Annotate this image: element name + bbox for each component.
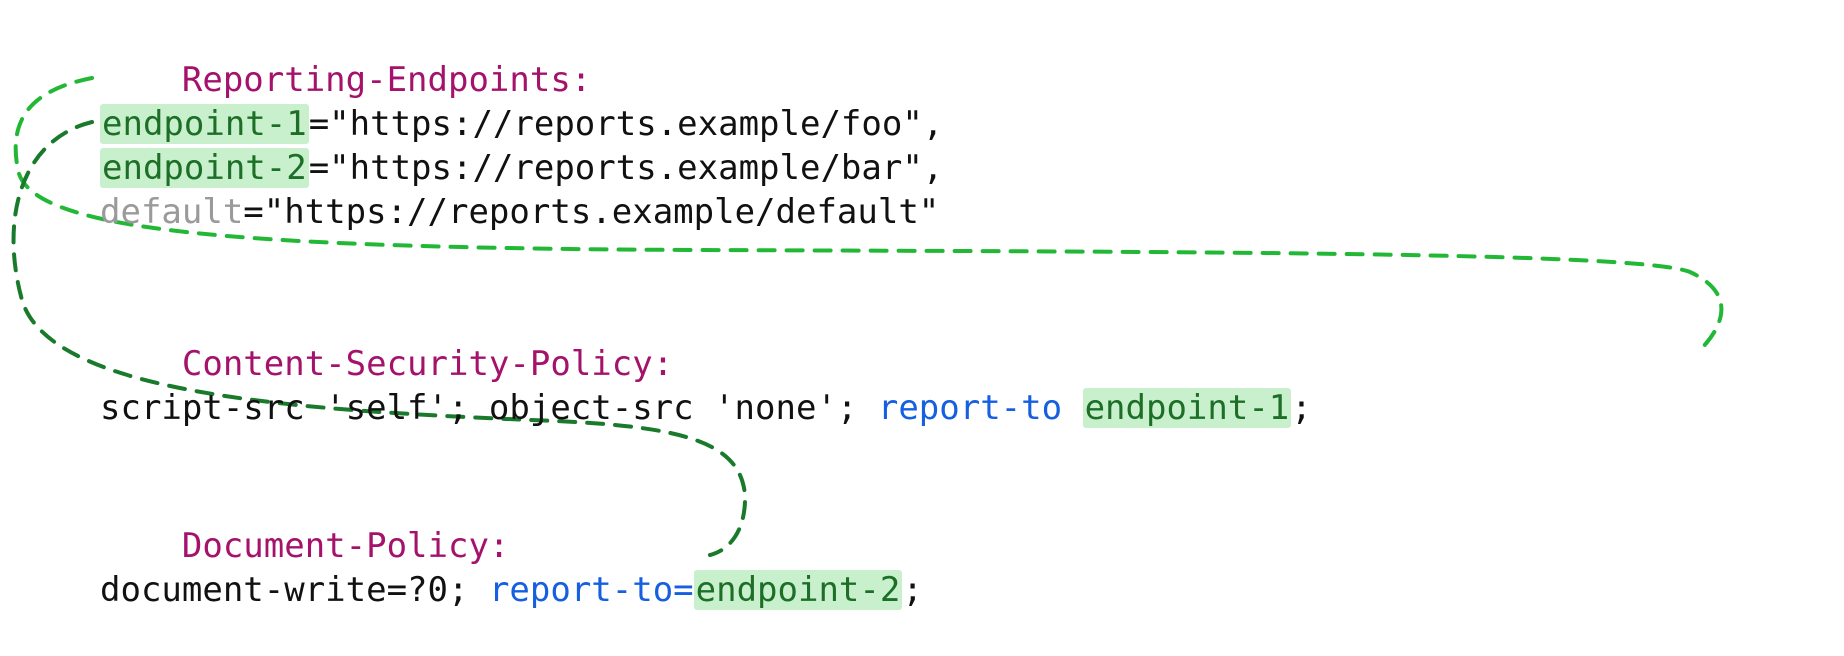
dp-report-to: report-to= [489, 570, 694, 610]
endpoint-1-name: endpoint-1 [100, 104, 309, 144]
reporting-endpoints-block: Reporting-Endpoints: endpoint-1="https:/… [100, 14, 943, 278]
header-document-policy: Document-Policy: [182, 526, 510, 566]
csp-target: endpoint-1 [1083, 388, 1292, 428]
csp-report-to: report-to [878, 388, 1083, 428]
dp-target: endpoint-2 [694, 570, 903, 610]
dp-directives: document-write=?0; [100, 570, 489, 610]
diagram-stage: Reporting-Endpoints: endpoint-1="https:/… [0, 0, 1844, 624]
csp-block: Content-Security-Policy: script-src 'sel… [100, 298, 1312, 474]
document-policy-block: Document-Policy: document-write=?0; repo… [100, 480, 923, 656]
csp-tail: ; [1291, 388, 1311, 428]
dp-tail: ; [902, 570, 922, 610]
default-name: default [100, 192, 243, 232]
endpoint-2-name: endpoint-2 [100, 148, 309, 188]
endpoint-2-url: ="https://reports.example/bar", [309, 148, 944, 188]
endpoint-1-url: ="https://reports.example/foo", [309, 104, 944, 144]
header-reporting-endpoints: Reporting-Endpoints: [182, 60, 591, 100]
csp-directives: script-src 'self'; object-src 'none'; [100, 388, 878, 428]
default-url: ="https://reports.example/default" [243, 192, 939, 232]
header-csp: Content-Security-Policy: [182, 344, 673, 384]
